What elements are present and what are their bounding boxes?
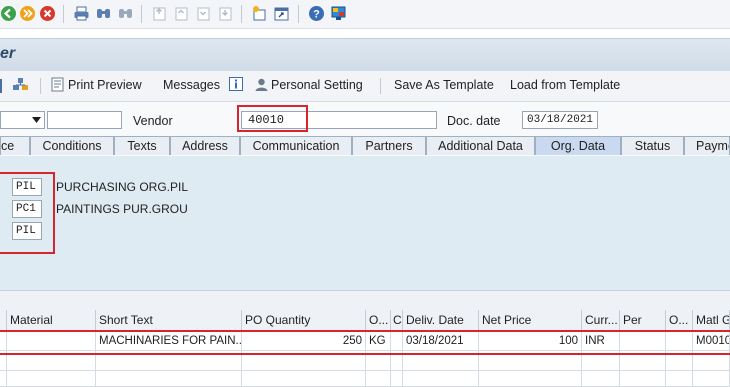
column-header-currency[interactable]: Curr... xyxy=(582,310,620,331)
info-icon[interactable] xyxy=(229,77,243,91)
find-next-icon[interactable] xyxy=(117,5,134,22)
find-icon[interactable] xyxy=(95,5,112,22)
column-header-short-text[interactable]: Short Text xyxy=(96,310,242,331)
first-page-icon[interactable] xyxy=(151,5,168,22)
svg-text:?: ? xyxy=(313,9,320,21)
doc-date-field[interactable]: 03/18/2021 xyxy=(522,111,598,129)
tab-additional-data[interactable]: Additional Data xyxy=(426,136,535,155)
doc-date-label: Doc. date xyxy=(447,114,501,128)
tab-texts[interactable]: Texts xyxy=(114,136,170,155)
print-icon[interactable] xyxy=(73,5,90,22)
column-header-matl-group[interactable]: Matl G xyxy=(693,310,730,331)
vendor-highlight xyxy=(237,105,308,132)
back-icon[interactable] xyxy=(0,5,17,22)
column-header-order-unit[interactable]: O... xyxy=(366,310,391,331)
column-header-c[interactable]: C xyxy=(391,310,403,331)
org-data-highlight xyxy=(0,172,55,254)
previous-page-icon[interactable] xyxy=(173,5,190,22)
next-page-icon[interactable] xyxy=(195,5,212,22)
chevron-down-icon xyxy=(32,117,41,123)
exit-icon[interactable] xyxy=(19,5,36,22)
layout-icon[interactable] xyxy=(330,5,347,22)
items-toolbar xyxy=(0,290,730,311)
save-as-template-button[interactable]: Save As Template xyxy=(394,78,494,92)
vendor-label: Vendor xyxy=(133,114,173,128)
print-preview-icon xyxy=(51,77,64,92)
help-icon[interactable]: ? xyxy=(308,5,325,22)
load-from-template-button[interactable]: Load from Template xyxy=(510,78,620,92)
new-session-icon[interactable] xyxy=(251,5,268,22)
column-header-deliv-date[interactable]: Deliv. Date xyxy=(403,310,479,331)
column-header-per[interactable]: Per xyxy=(620,310,666,331)
column-header-po-quantity[interactable]: PO Quantity xyxy=(242,310,366,331)
purchasing-group-description: PAINTINGS PUR.GROU xyxy=(56,202,188,216)
column-header-net-price[interactable]: Net Price xyxy=(479,310,582,331)
tab-status[interactable]: Status xyxy=(621,136,684,155)
messages-button[interactable]: Messages xyxy=(163,78,220,92)
tab-payment[interactable]: Payme xyxy=(684,136,730,155)
title-bar xyxy=(0,38,730,72)
tab-org-data[interactable]: Org. Data xyxy=(535,136,621,155)
document-number-field[interactable] xyxy=(47,111,122,129)
last-page-icon[interactable] xyxy=(217,5,234,22)
toolbar-edge-icon xyxy=(0,79,2,93)
shortcut-icon[interactable] xyxy=(273,5,290,22)
column-header-material[interactable]: Material xyxy=(7,310,96,331)
column-header-order-price-unit[interactable]: O... xyxy=(666,310,693,331)
tab-partners[interactable]: Partners xyxy=(352,136,426,155)
cancel-icon[interactable] xyxy=(39,5,56,22)
org-hierarchy-icon[interactable] xyxy=(12,76,29,93)
print-preview-button[interactable]: Print Preview xyxy=(68,78,142,92)
item-row-highlight xyxy=(0,330,730,355)
page-title: er xyxy=(0,45,16,62)
org-data-panel xyxy=(0,156,730,290)
tab-conditions[interactable]: Conditions xyxy=(30,136,114,155)
standard-toolbar: ? xyxy=(0,0,730,29)
document-type-dropdown[interactable] xyxy=(0,111,45,129)
personal-setting-button[interactable]: Personal Setting xyxy=(271,78,363,92)
tab-communication[interactable]: Communication xyxy=(240,136,352,155)
row-selector-header[interactable] xyxy=(0,310,7,331)
tab-ce[interactable]: ce xyxy=(0,136,30,155)
personal-setting-icon xyxy=(255,78,268,91)
tab-address[interactable]: Address xyxy=(170,136,240,155)
purchasing-org-description: PURCHASING ORG.PIL xyxy=(56,180,189,194)
